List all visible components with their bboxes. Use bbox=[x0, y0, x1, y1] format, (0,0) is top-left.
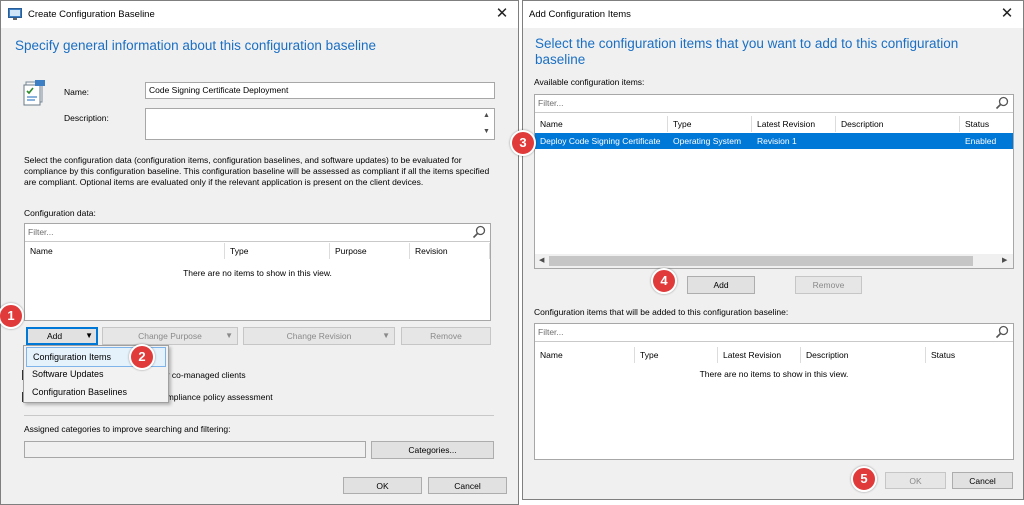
selected-filter-text: Filter... bbox=[538, 327, 564, 337]
config-data-label: Configuration data: bbox=[24, 208, 96, 218]
avail-col-type[interactable]: Type bbox=[668, 116, 752, 132]
step-badge-5: 5 bbox=[851, 466, 877, 492]
remove-button[interactable]: Remove bbox=[401, 327, 491, 345]
add-dropdown-button[interactable]: Add ▼ bbox=[26, 327, 98, 345]
right-close-icon[interactable]: ✕ bbox=[997, 4, 1017, 24]
search-icon[interactable] bbox=[472, 225, 486, 239]
description-field[interactable] bbox=[145, 108, 495, 140]
available-label: Available configuration items: bbox=[534, 77, 645, 87]
right-ok-button[interactable]: OK bbox=[885, 472, 946, 489]
row-type: Operating System bbox=[673, 136, 742, 146]
sel-col-revision[interactable]: Latest Revision bbox=[718, 347, 801, 363]
add-dropdown-label: Add bbox=[47, 331, 63, 341]
right-window-title: Add Configuration Items bbox=[529, 9, 631, 20]
step-badge-2: 2 bbox=[129, 344, 155, 370]
config-data-header: Name Type Purpose Revision bbox=[25, 243, 490, 259]
left-cancel-button[interactable]: Cancel bbox=[428, 477, 507, 494]
name-label: Name: bbox=[64, 87, 90, 97]
change-purpose-label: Change Purpose bbox=[138, 331, 202, 341]
scroll-left-icon[interactable]: ◀ bbox=[539, 256, 544, 264]
available-filter-text: Filter... bbox=[538, 98, 564, 108]
right-heading: Select the configuration items that you … bbox=[535, 36, 959, 67]
row-status: Enabled bbox=[965, 136, 997, 146]
change-revision-button[interactable]: Change Revision ▼ bbox=[243, 327, 395, 345]
left-titlebar: Create Configuration Baseline ✕ bbox=[1, 1, 518, 28]
menu-item-configuration-baselines[interactable]: Configuration Baselines bbox=[24, 383, 168, 401]
row-revision: Revision 1 bbox=[757, 136, 797, 146]
sel-col-status[interactable]: Status bbox=[926, 347, 1013, 363]
left-heading: Specify general information about this c… bbox=[15, 38, 376, 53]
dropdown-arrow-icon: ▼ bbox=[85, 331, 93, 340]
selected-label: Configuration items that will be added t… bbox=[534, 307, 789, 317]
add-configuration-items-dialog: Add Configuration Items ✕ Select the con… bbox=[522, 0, 1024, 500]
categories-label: Assigned categories to improve searching… bbox=[24, 424, 231, 434]
left-ok-button[interactable]: OK bbox=[343, 477, 422, 494]
create-baseline-dialog: Create Configuration Baseline ✕ Specify … bbox=[0, 0, 519, 505]
checkbox-compliance-text: ompliance policy assessment bbox=[162, 392, 273, 402]
divider bbox=[24, 415, 494, 416]
right-remove-button[interactable]: Remove bbox=[795, 276, 862, 294]
table-row[interactable]: Deploy Code Signing Certificate Operatin… bbox=[535, 133, 1013, 149]
selected-filter[interactable]: Filter... bbox=[535, 324, 1013, 342]
sel-col-type[interactable]: Type bbox=[635, 347, 718, 363]
sel-col-name[interactable]: Name bbox=[535, 347, 635, 363]
change-purpose-arrow-icon: ▼ bbox=[225, 331, 233, 340]
change-purpose-button[interactable]: Change Purpose ▼ bbox=[102, 327, 238, 345]
avail-col-name[interactable]: Name bbox=[535, 116, 668, 132]
app-icon bbox=[8, 8, 22, 20]
selected-search-icon[interactable] bbox=[995, 325, 1009, 339]
sel-col-description[interactable]: Description bbox=[801, 347, 926, 363]
available-search-icon[interactable] bbox=[995, 96, 1009, 110]
avail-col-status[interactable]: Status bbox=[960, 116, 1013, 132]
step-badge-3: 3 bbox=[510, 130, 536, 156]
config-data-list[interactable]: Filter... Name Type Purpose Revision The… bbox=[24, 223, 491, 321]
selected-items-list[interactable]: Filter... Name Type Latest Revision Desc… bbox=[534, 323, 1014, 460]
avail-col-revision[interactable]: Latest Revision bbox=[752, 116, 836, 132]
desc-scroll-down-icon[interactable]: ▼ bbox=[483, 128, 490, 135]
info-text: Select the configuration data (configura… bbox=[24, 155, 490, 187]
col-name[interactable]: Name bbox=[25, 243, 225, 259]
col-revision[interactable]: Revision bbox=[410, 243, 490, 259]
scroll-thumb[interactable] bbox=[549, 256, 973, 266]
col-type[interactable]: Type bbox=[225, 243, 330, 259]
config-data-filter-text: Filter... bbox=[28, 227, 54, 237]
checkbox-co-managed-text: or co-managed clients bbox=[162, 370, 246, 380]
step-badge-4: 4 bbox=[651, 268, 677, 294]
config-data-empty-text: There are no items to show in this view. bbox=[183, 268, 332, 278]
categories-button[interactable]: Categories... bbox=[371, 441, 494, 459]
description-label: Description: bbox=[64, 113, 109, 123]
change-revision-arrow-icon: ▼ bbox=[382, 331, 390, 340]
desc-scroll-up-icon[interactable]: ▲ bbox=[483, 112, 490, 119]
scroll-right-icon[interactable]: ▶ bbox=[1002, 256, 1007, 264]
horizontal-scrollbar[interactable]: ◀ ▶ bbox=[535, 254, 1013, 268]
baseline-icon bbox=[23, 80, 45, 106]
selected-header: Name Type Latest Revision Description St… bbox=[535, 347, 1013, 363]
available-filter[interactable]: Filter... bbox=[535, 95, 1013, 113]
right-add-button[interactable]: Add bbox=[687, 276, 755, 294]
avail-col-description[interactable]: Description bbox=[836, 116, 960, 132]
change-revision-label: Change Revision bbox=[286, 331, 352, 341]
right-cancel-button[interactable]: Cancel bbox=[952, 472, 1013, 489]
available-items-list[interactable]: Filter... Name Type Latest Revision Desc… bbox=[534, 94, 1014, 269]
categories-field bbox=[24, 441, 366, 458]
left-close-icon[interactable]: ✕ bbox=[492, 4, 512, 24]
right-titlebar: Add Configuration Items ✕ bbox=[523, 1, 1023, 28]
selected-empty-text: There are no items to show in this view. bbox=[699, 369, 849, 379]
row-name: Deploy Code Signing Certificate bbox=[540, 136, 661, 146]
config-data-filter[interactable]: Filter... bbox=[25, 224, 490, 242]
available-header: Name Type Latest Revision Description St… bbox=[535, 116, 1013, 132]
name-field[interactable]: Code Signing Certificate Deployment bbox=[145, 82, 495, 99]
col-purpose[interactable]: Purpose bbox=[330, 243, 410, 259]
left-window-title: Create Configuration Baseline bbox=[28, 9, 155, 20]
